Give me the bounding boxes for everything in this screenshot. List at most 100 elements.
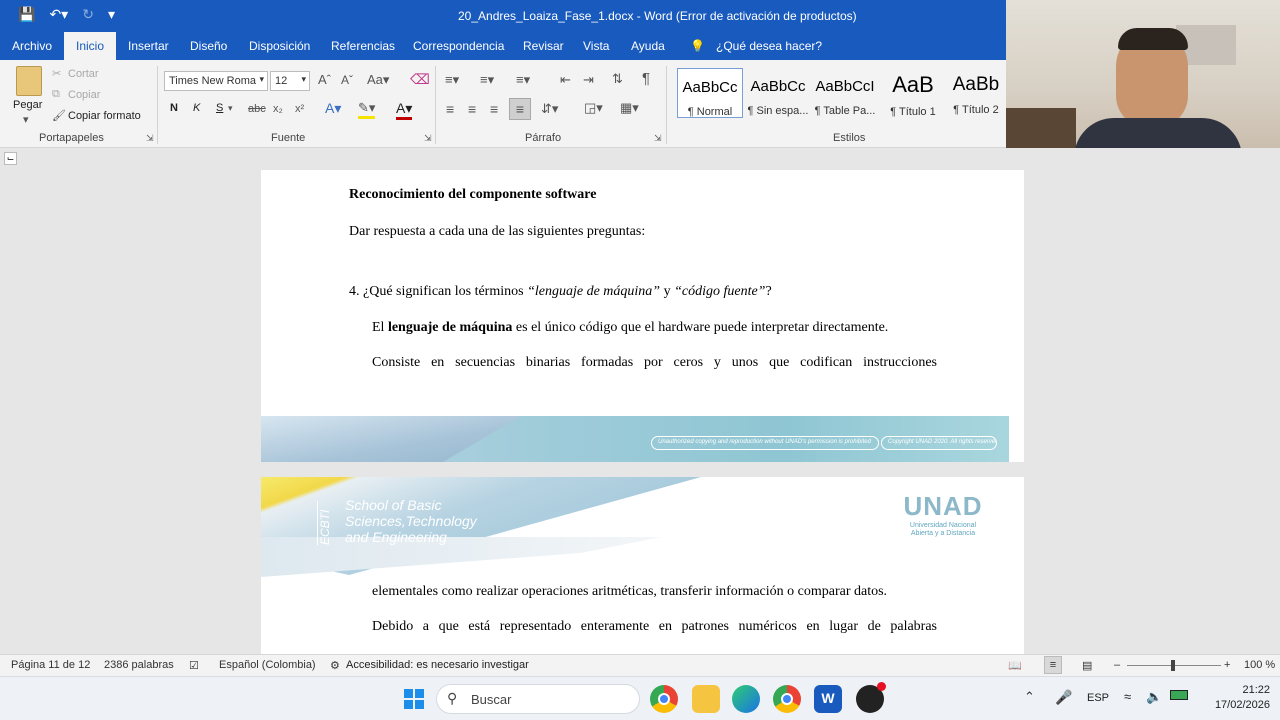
accessibility-status[interactable]: Accesibilidad: es necesario investigar bbox=[346, 659, 529, 671]
shrink-font-icon[interactable]: Aˇ bbox=[341, 73, 353, 87]
tab-insertar[interactable]: Insertar bbox=[128, 39, 169, 53]
obs-icon[interactable] bbox=[856, 682, 886, 713]
clock[interactable]: 21:22 17/02/2026 bbox=[1200, 683, 1270, 713]
align-left-icon[interactable]: ≡ bbox=[446, 101, 454, 117]
superscript-icon[interactable]: x² bbox=[295, 103, 304, 115]
paste-dropdown-icon[interactable]: ▾ bbox=[23, 113, 29, 126]
paragraph-launcher-icon[interactable]: ⇲ bbox=[654, 133, 662, 144]
align-right-icon[interactable]: ≡ bbox=[490, 101, 498, 117]
redo-icon[interactable]: ↻ bbox=[82, 6, 94, 23]
chrome-icon[interactable] bbox=[650, 685, 678, 713]
grow-font-icon[interactable]: Aˆ bbox=[318, 72, 331, 87]
web-layout-icon[interactable]: ▤ bbox=[1082, 659, 1092, 672]
zoom-level[interactable]: 100 % bbox=[1244, 659, 1275, 671]
italic-button[interactable]: K bbox=[193, 102, 200, 114]
volume-icon[interactable]: 🔈 bbox=[1146, 689, 1162, 705]
proofing-icon[interactable]: ☑ bbox=[189, 659, 199, 672]
borders-icon[interactable]: ▦▾ bbox=[620, 100, 639, 116]
clipboard-launcher-icon[interactable]: ⇲ bbox=[146, 133, 154, 144]
battery-icon[interactable] bbox=[1170, 690, 1188, 700]
bullets-icon[interactable]: ≡▾ bbox=[445, 72, 459, 88]
bold-button[interactable]: N bbox=[170, 102, 178, 114]
cut-icon: ✂ bbox=[52, 68, 62, 80]
copy-button[interactable]: Copiar bbox=[68, 89, 100, 101]
multilevel-list-icon[interactable]: ≡▾ bbox=[516, 72, 530, 88]
tell-me-search[interactable]: ¿Qué desea hacer? bbox=[716, 39, 822, 53]
paste-icon[interactable] bbox=[16, 66, 42, 96]
file-explorer-icon[interactable] bbox=[692, 685, 720, 713]
page-count[interactable]: Página 11 de 12 bbox=[11, 659, 90, 671]
customize-qat-icon[interactable]: ▾ bbox=[108, 6, 115, 23]
font-launcher-icon[interactable]: ⇲ bbox=[424, 133, 432, 144]
justify-icon[interactable]: ≡ bbox=[509, 98, 531, 120]
style-no-spacing[interactable]: AaBbCc ¶ Sin espa... bbox=[745, 68, 811, 118]
tab-ayuda[interactable]: Ayuda bbox=[631, 39, 665, 53]
chrome-profile-icon[interactable] bbox=[773, 685, 801, 713]
zoom-in-button[interactable]: + bbox=[1224, 659, 1230, 671]
font-name-select[interactable]: Times New Roma ▾ bbox=[164, 71, 268, 91]
strikethrough-icon[interactable]: abc bbox=[248, 103, 266, 115]
font-size-select[interactable]: 12 ▾ bbox=[270, 71, 310, 91]
subscript-icon[interactable]: x₂ bbox=[273, 103, 283, 115]
windows-start-icon[interactable] bbox=[400, 685, 428, 713]
numbering-icon[interactable]: ≡▾ bbox=[480, 72, 494, 88]
footer-copyright: Copyright UNAD 2020. All rights reserved bbox=[881, 436, 997, 450]
edge-icon[interactable] bbox=[732, 685, 760, 713]
read-mode-icon[interactable]: 📖 bbox=[1008, 659, 1022, 672]
sort-icon[interactable]: ⇅ bbox=[612, 71, 623, 87]
wifi-icon[interactable]: ≈ bbox=[1124, 689, 1131, 704]
word-icon[interactable]: W bbox=[814, 685, 842, 713]
cut-button[interactable]: Cortar bbox=[68, 68, 99, 80]
align-center-icon[interactable]: ≡ bbox=[468, 101, 476, 117]
lightbulb-icon: 💡 bbox=[690, 39, 705, 53]
tab-inicio[interactable]: Inicio bbox=[64, 32, 117, 60]
input-language[interactable]: ESP bbox=[1087, 692, 1109, 704]
webcam-person-hair bbox=[1118, 28, 1188, 50]
increase-indent-icon[interactable]: ⇥ bbox=[583, 72, 594, 88]
tab-selector-icon[interactable]: ⌙ bbox=[4, 152, 17, 165]
language-status[interactable]: Español (Colombia) bbox=[219, 659, 316, 671]
decrease-indent-icon[interactable]: ⇤ bbox=[560, 72, 571, 88]
paste-button[interactable]: Pegar bbox=[13, 99, 42, 111]
shading-icon[interactable]: ◲▾ bbox=[584, 100, 603, 116]
tab-vista[interactable]: Vista bbox=[583, 39, 609, 53]
tab-archivo[interactable]: Archivo bbox=[12, 39, 52, 53]
line-spacing-icon[interactable]: ⇵▾ bbox=[541, 101, 558, 117]
paragraph-group-label: Párrafo bbox=[525, 132, 562, 144]
tab-disposicion[interactable]: Disposición bbox=[249, 39, 310, 53]
text-effects-icon[interactable]: A▾ bbox=[325, 100, 341, 117]
underline-button[interactable]: S bbox=[216, 102, 223, 114]
highlight-color-icon[interactable]: ✎▾ bbox=[358, 100, 376, 119]
save-icon[interactable]: 💾 bbox=[18, 6, 35, 23]
style-table-paragraph[interactable]: AaBbCcI ¶ Table Pa... bbox=[812, 68, 878, 118]
tab-referencias[interactable]: Referencias bbox=[331, 39, 395, 53]
style-normal[interactable]: AaBbCc ¶ Normal bbox=[677, 68, 743, 118]
print-layout-icon[interactable]: ≡ bbox=[1044, 656, 1062, 674]
change-case-icon[interactable]: Aa▾ bbox=[367, 72, 389, 88]
divider bbox=[666, 66, 667, 144]
clock-date: 17/02/2026 bbox=[1214, 699, 1270, 711]
font-color-icon[interactable]: A▾ bbox=[396, 100, 413, 120]
divider bbox=[157, 66, 158, 144]
format-painter-icon: 🖌 bbox=[52, 110, 66, 122]
copy-icon: ⧉ bbox=[52, 88, 60, 100]
status-bar: Página 11 de 12 2386 palabras ☑ Español … bbox=[0, 654, 1280, 676]
zoom-slider-thumb[interactable] bbox=[1171, 660, 1175, 671]
show-marks-icon[interactable]: ¶ bbox=[642, 70, 650, 87]
footer-notice: Unauthorized copying and reproduction wi… bbox=[651, 436, 879, 450]
microphone-icon[interactable]: 🎤 bbox=[1055, 689, 1072, 706]
word-count[interactable]: 2386 palabras bbox=[104, 659, 174, 671]
tab-diseno[interactable]: Diseño bbox=[190, 39, 227, 53]
underline-dropdown-icon[interactable]: ▾ bbox=[228, 103, 233, 114]
tab-correspondencia[interactable]: Correspondencia bbox=[413, 39, 504, 53]
format-painter-button[interactable]: Copiar formato bbox=[68, 110, 141, 122]
undo-icon[interactable]: ↶▾ bbox=[49, 6, 68, 23]
tab-revisar[interactable]: Revisar bbox=[523, 39, 564, 53]
style-heading-1[interactable]: AaB ¶ Título 1 bbox=[880, 68, 946, 118]
style-heading-2[interactable]: AaBb ¶ Título 2 bbox=[946, 68, 1006, 118]
answer-paragraph-1: El lenguaje de máquina es el único códig… bbox=[372, 320, 889, 335]
clear-format-icon[interactable]: ⌫ bbox=[410, 71, 430, 88]
show-hidden-icons-icon[interactable]: ⌃ bbox=[1024, 689, 1035, 705]
taskbar-search[interactable]: ⚲ Buscar bbox=[436, 684, 640, 714]
zoom-out-button[interactable]: – bbox=[1114, 659, 1120, 671]
